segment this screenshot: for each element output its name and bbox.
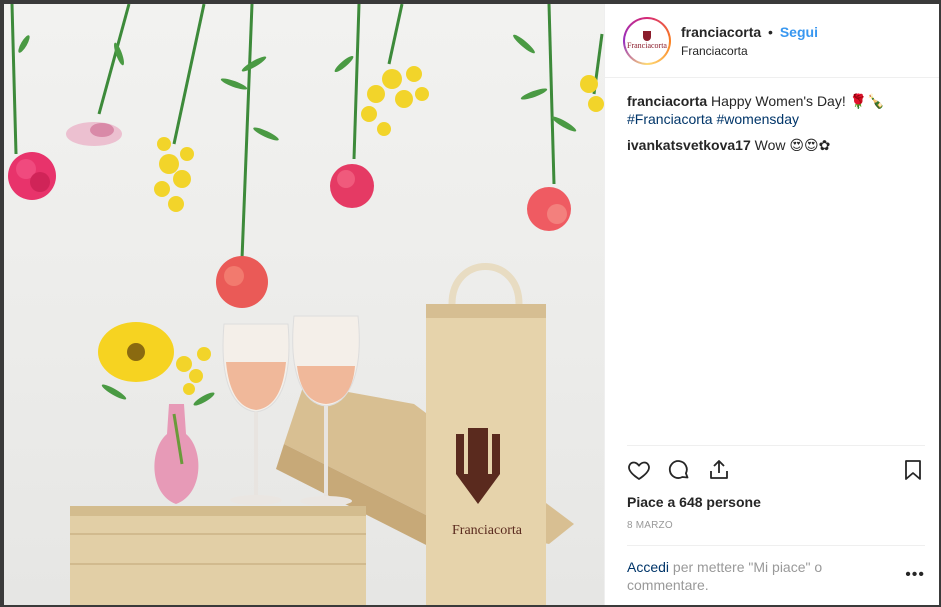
- share-icon: [710, 460, 728, 479]
- post-sidebar: Franciacorta franciacorta • Segui Franci…: [604, 4, 939, 605]
- window-frame: Franciacorta Franciacorta franciacorta •…: [0, 0, 941, 607]
- action-bar: [627, 446, 925, 494]
- stem: [10, 4, 18, 155]
- heart-icon: [628, 461, 650, 481]
- actions-section: Piace a 648 persone 8 marzo: [627, 445, 925, 545]
- follow-button[interactable]: Segui: [780, 24, 818, 40]
- comment-item: franciacorta Happy Women's Day! 🌹🍾 #Fran…: [627, 92, 923, 128]
- share-button[interactable]: [707, 450, 747, 490]
- hashtag-link[interactable]: #Franciacorta: [627, 111, 713, 127]
- login-link[interactable]: Accedi: [627, 559, 669, 575]
- logo-mark-icon: [643, 31, 651, 41]
- likes-count[interactable]: Piace a 648 persone: [627, 494, 925, 510]
- stem: [547, 4, 556, 185]
- comments-list: franciacorta Happy Women's Day! 🌹🍾 #Fran…: [605, 78, 939, 445]
- header-text: franciacorta • Segui Franciacorta: [681, 24, 818, 58]
- avatar[interactable]: Franciacorta: [623, 16, 671, 65]
- stem: [97, 4, 131, 115]
- login-prompt: Accedi per mettere "Mi piace" o commenta…: [627, 545, 925, 605]
- post-photo[interactable]: Franciacorta: [4, 4, 604, 605]
- post-header: Franciacorta franciacorta • Segui Franci…: [605, 4, 939, 78]
- comment-item: ivankatsvetkova17 Wow 😍😍✿: [627, 136, 923, 154]
- photo-illustration: Franciacorta: [8, 4, 604, 605]
- comment-button[interactable]: [667, 450, 707, 490]
- box-logo-text: Franciacorta: [452, 523, 523, 538]
- header-line: franciacorta • Segui: [681, 24, 818, 40]
- stem: [240, 4, 254, 260]
- comment-icon: [668, 460, 689, 479]
- comment-text: Wow 😍😍✿: [754, 137, 831, 153]
- separator-dot: •: [768, 23, 773, 40]
- hashtag-link[interactable]: #womensday: [716, 111, 799, 127]
- comment-text: Happy Women's Day! 🌹🍾: [711, 93, 885, 109]
- comment-username[interactable]: franciacorta: [627, 93, 707, 109]
- like-button[interactable]: [627, 450, 667, 490]
- bookmark-icon: [905, 460, 921, 480]
- post-date: 8 marzo: [627, 520, 673, 531]
- comment-username[interactable]: ivankatsvetkova17: [627, 137, 751, 153]
- login-prompt-text: Accedi per mettere "Mi piace" o commenta…: [627, 558, 905, 594]
- stem: [387, 4, 404, 65]
- username-link[interactable]: franciacorta: [681, 24, 761, 40]
- save-button[interactable]: [895, 450, 925, 490]
- stem: [352, 4, 361, 160]
- location-link[interactable]: Franciacorta: [681, 44, 818, 58]
- more-options-icon[interactable]: •••: [905, 566, 925, 584]
- post-modal: Franciacorta Franciacorta franciacorta •…: [4, 4, 939, 605]
- avatar-logo: Franciacorta: [625, 18, 669, 63]
- avatar-text: Franciacorta: [627, 41, 667, 50]
- stem: [172, 4, 206, 145]
